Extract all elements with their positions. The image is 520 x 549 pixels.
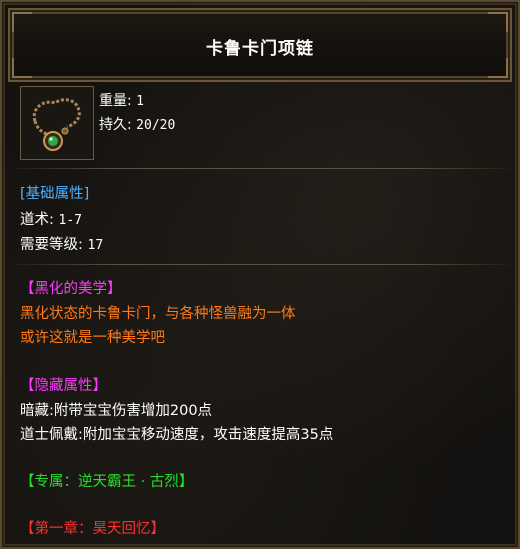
required-level-value: 17 [87,238,104,253]
lore-line: 或许这就是一种美学吧 [20,330,165,346]
frame-corner [488,12,508,32]
frame-corner [488,58,508,78]
frame-corner [12,58,32,78]
required-level-row: 需要等级: 17 [20,233,103,254]
blackened-aesthetics-header: 【黑化的美学】 [20,281,122,297]
item-name: 卡鲁卡门项链 [206,39,314,59]
spirit-value: 1-7 [58,213,82,228]
spirit-row: 道术: 1-7 [20,208,82,229]
required-level-label: 需要等级: [20,237,83,253]
weight-value: 1 [136,94,144,109]
weight-label: 重量: [99,93,132,109]
durability-label: 持久: [99,117,132,133]
necklace-icon [32,98,81,151]
weight-row: 重量: 1 [99,90,144,110]
divider [16,168,508,169]
hidden-attribute-line: 暗藏:附带宝宝伤害增加200点 [20,403,213,419]
title-bar: 卡鲁卡门项链 [8,8,512,82]
item-tooltip-panel: 卡鲁卡门项链 重量: 1 持久: 20/20 [基础属性] 道术: 1-7 需要… [0,0,520,549]
hidden-attribute-line: 道士佩戴:附加宝宝移动速度，攻击速度提高35点 [20,427,334,443]
spirit-label: 道术: [20,212,54,228]
frame-corner [12,12,32,32]
divider [16,264,508,265]
durability-value: 20/20 [136,118,176,133]
base-attributes-header: [基础属性] [20,186,90,202]
exclusive-label: 【专属：逆天霸王 · 古烈】 [20,474,194,490]
durability-row: 持久: 20/20 [99,114,175,134]
item-icon-slot [20,86,94,160]
chapter-label: 【第一章：昊天回忆】 [20,521,165,537]
hidden-attributes-header: 【隐藏属性】 [20,378,107,394]
lore-line: 黑化状态的卡鲁卡门，与各种怪兽融为一体 [20,306,296,322]
